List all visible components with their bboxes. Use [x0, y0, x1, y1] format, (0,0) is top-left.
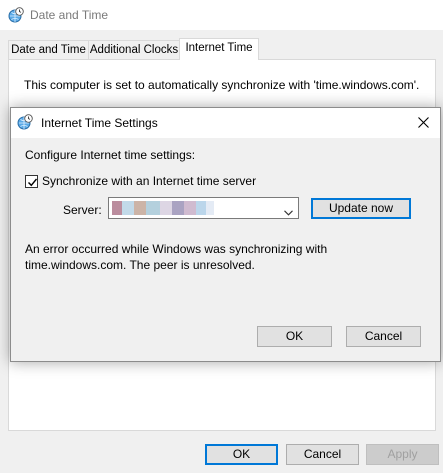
dialog-titlebar: Internet Time Settings: [11, 108, 440, 138]
sync-error-text: An error occurred while Windows was sync…: [25, 242, 328, 272]
sync-checkbox-label: Synchronize with an Internet time server: [42, 174, 257, 188]
chevron-down-icon[interactable]: [284, 205, 293, 219]
window-apply-button[interactable]: Apply: [366, 444, 439, 465]
internet-time-settings-dialog: Internet Time Settings Configure Interne…: [10, 107, 441, 362]
clock-globe-icon: [8, 7, 24, 23]
sync-checkbox[interactable]: [25, 175, 38, 188]
dialog-title: Internet Time Settings: [41, 116, 158, 130]
dialog-cancel-button[interactable]: Cancel: [346, 326, 421, 347]
config-label: Configure Internet time settings:: [25, 148, 196, 162]
dialog-close-button[interactable]: [408, 108, 440, 138]
server-value-obscured: [112, 201, 222, 215]
tab-additional-clocks[interactable]: Additional Clocks: [88, 40, 180, 60]
tab-date-and-time[interactable]: Date and Time: [8, 40, 89, 60]
clock-globe-icon: [17, 114, 33, 130]
tab-internet-time[interactable]: Internet Time: [179, 38, 259, 60]
window-cancel-button[interactable]: Cancel: [286, 444, 359, 465]
update-now-button[interactable]: Update now: [311, 198, 411, 219]
window-titlebar: Date and Time: [0, 0, 443, 30]
window-ok-button[interactable]: OK: [205, 444, 278, 465]
checkmark-icon: [28, 178, 38, 187]
server-combobox[interactable]: [108, 197, 299, 219]
window-title: Date and Time: [30, 8, 109, 22]
server-label: Server:: [63, 203, 102, 217]
dialog-ok-button[interactable]: OK: [257, 326, 332, 347]
sync-status-text: This computer is set to automatically sy…: [24, 78, 420, 92]
